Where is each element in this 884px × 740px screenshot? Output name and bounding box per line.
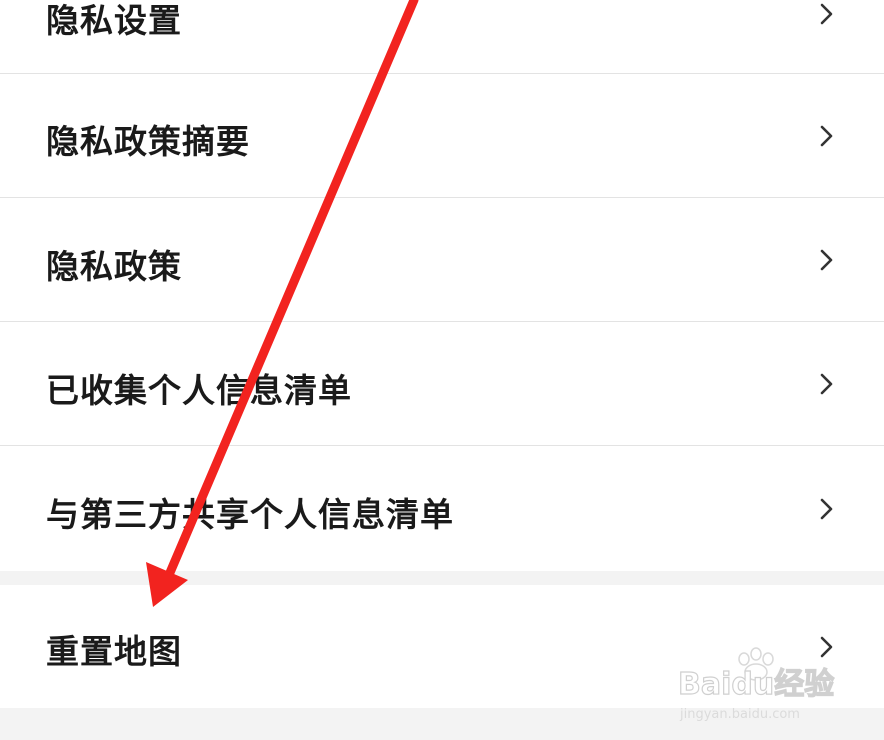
menu-item-privacy-policy-summary[interactable]: 隐私政策摘要 [0,74,884,197]
chevron-right-icon [818,248,836,272]
chevron-right-icon [818,372,836,396]
menu-item-label: 隐私政策摘要 [46,122,250,161]
menu-item-label: 已收集个人信息清单 [46,371,352,410]
menu-item-collected-personal-info[interactable]: 已收集个人信息清单 [0,322,884,445]
menu-item-label: 隐私政策 [46,247,182,286]
menu-item-third-party-shared-info[interactable]: 与第三方共享个人信息清单 [0,446,884,571]
menu-item-privacy-settings[interactable]: 隐私设置 [0,0,884,73]
chevron-right-icon [818,635,836,659]
privacy-settings-group: 隐私设置 隐私政策摘要 隐私政策 已收集个人信息清单 与第三方共享个人信息清单 [0,0,884,571]
menu-item-label: 隐私设置 [46,1,182,40]
chevron-right-icon [818,497,836,521]
menu-item-privacy-policy[interactable]: 隐私政策 [0,198,884,321]
settings-list: 隐私设置 隐私政策摘要 隐私政策 已收集个人信息清单 与第三方共享个人信息清单 … [0,0,884,740]
chevron-right-icon [818,124,836,148]
reset-map-label: 重置地图 [46,632,182,671]
menu-item-label: 与第三方共享个人信息清单 [46,495,454,534]
chevron-right-icon [818,2,836,26]
map-settings-group: 重置地图 [0,585,884,708]
reset-map-button[interactable]: 重置地图 [0,585,884,708]
